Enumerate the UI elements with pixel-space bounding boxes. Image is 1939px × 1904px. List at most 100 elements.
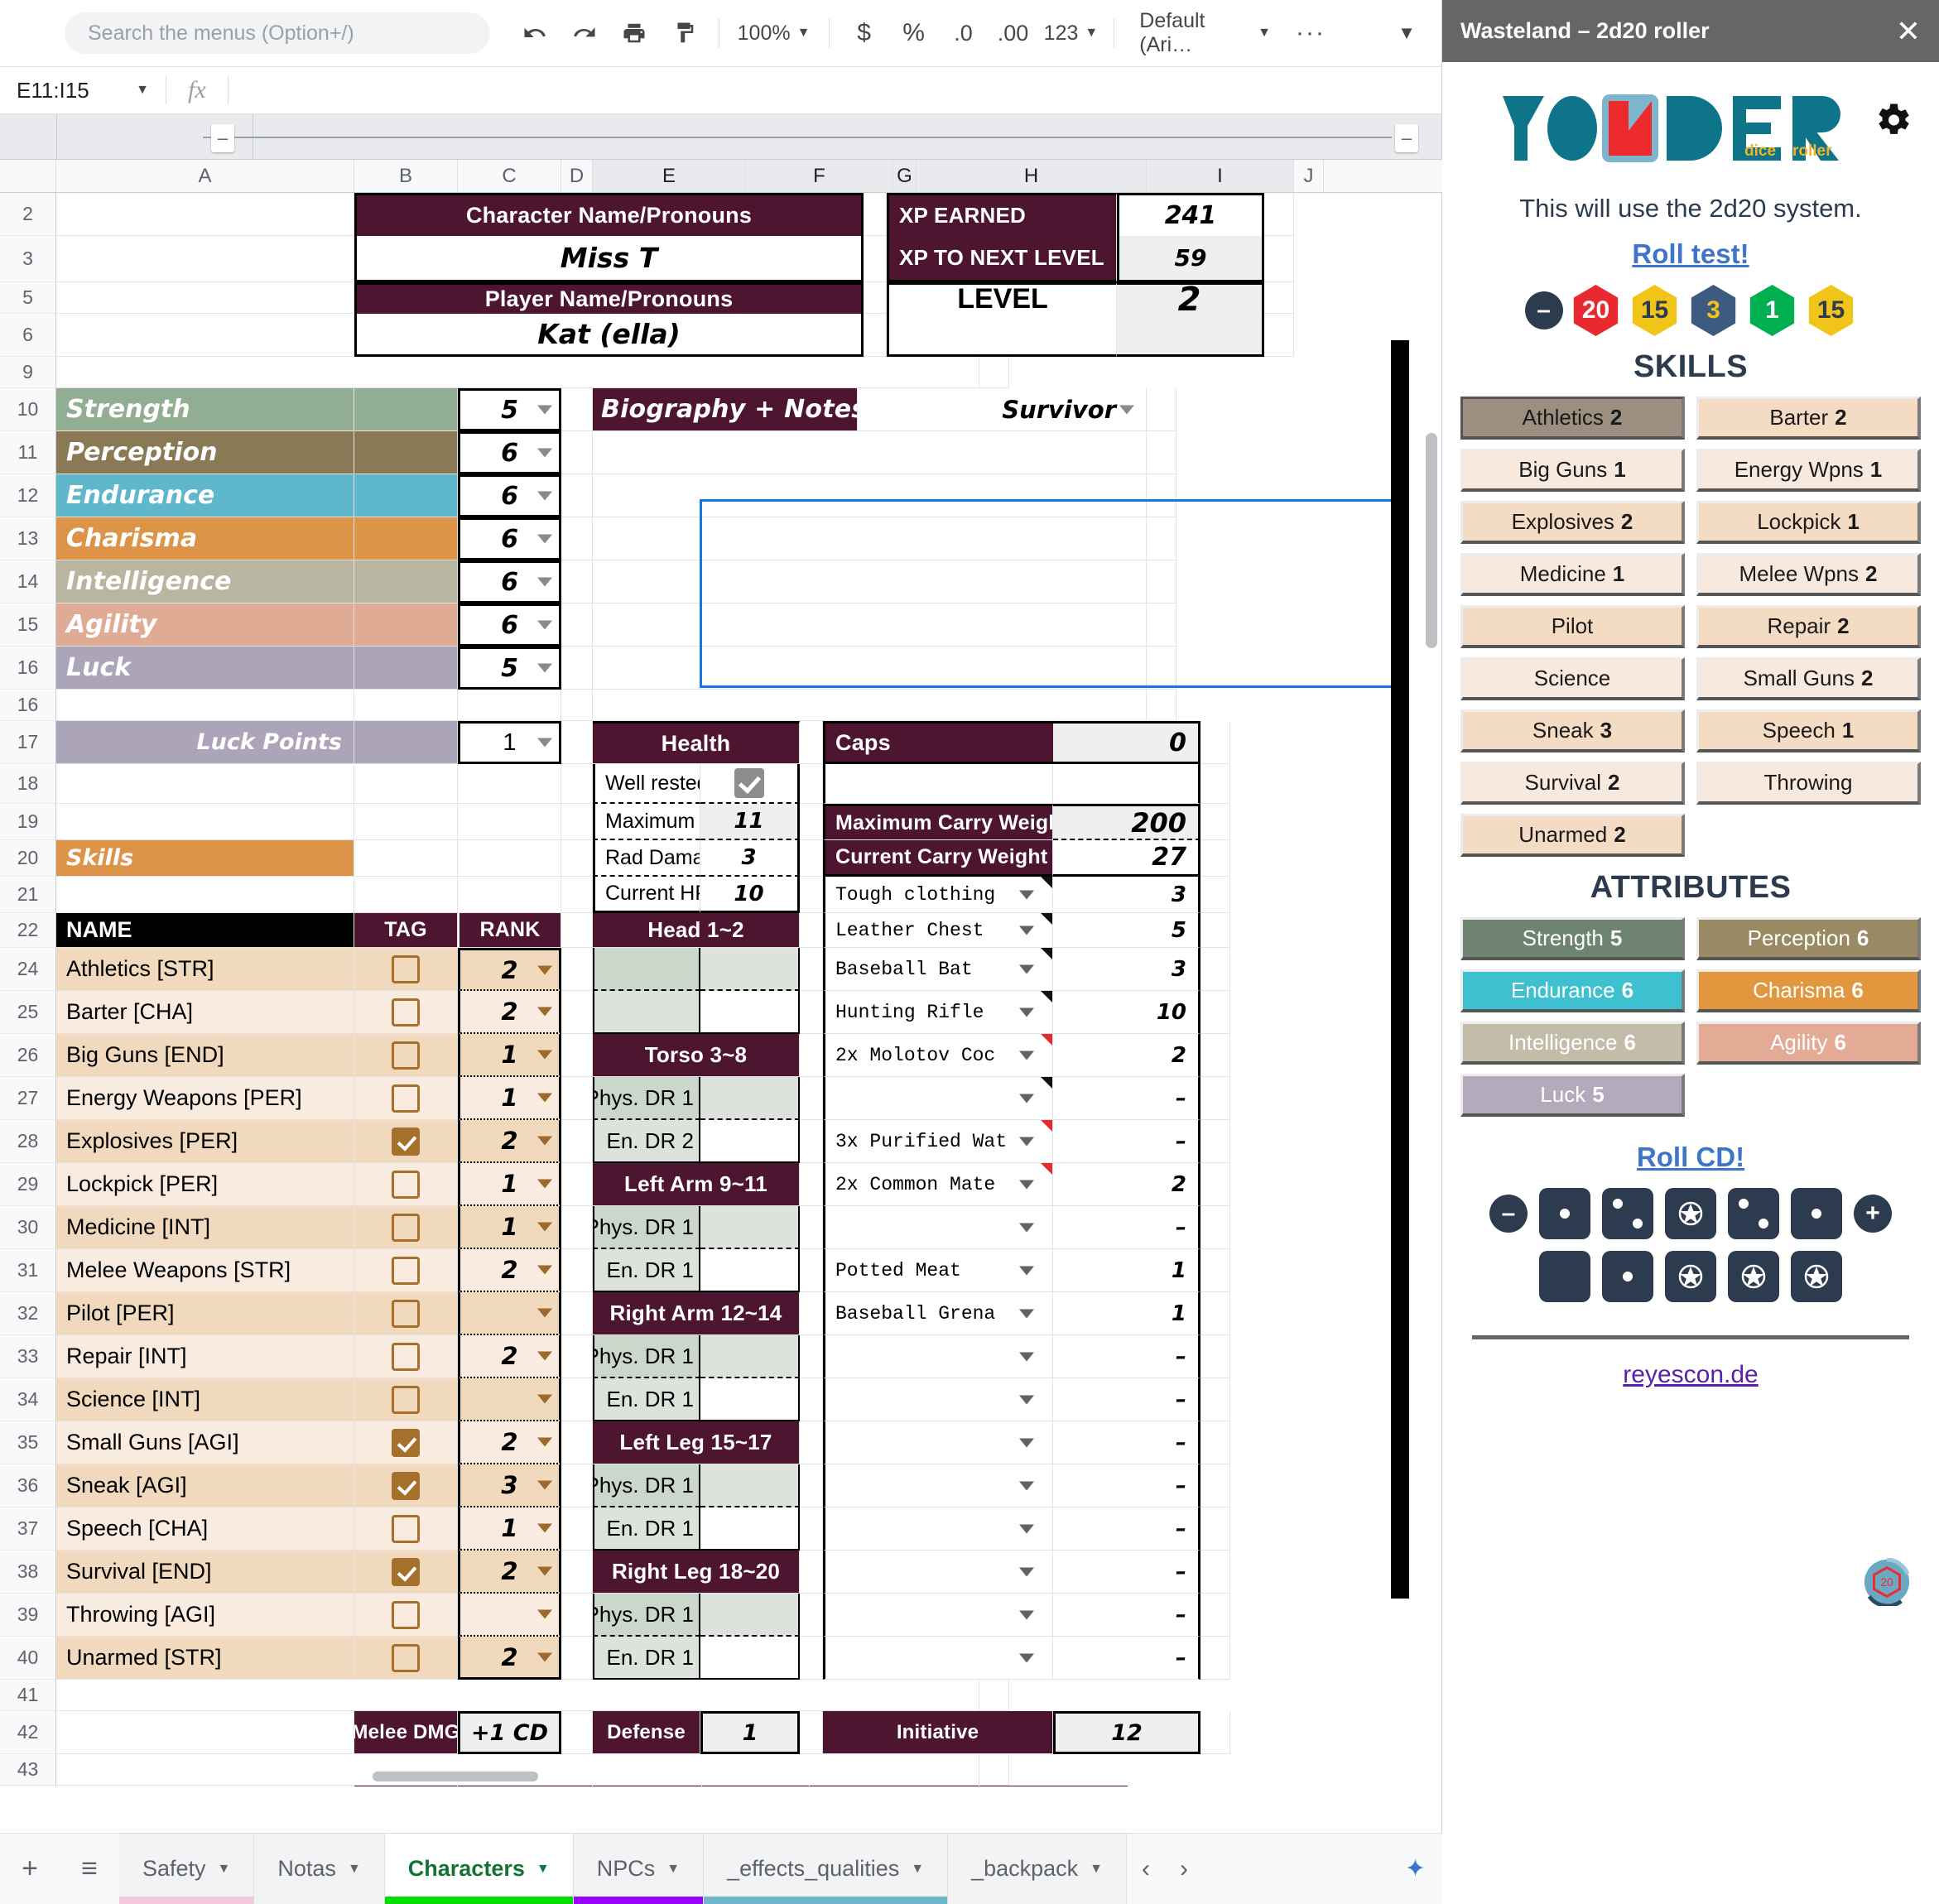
chevron-down-icon-item[interactable] [1019, 1481, 1034, 1490]
d20-badge-icon[interactable]: 20 [1863, 1558, 1911, 1606]
body-part-dr-value[interactable] [700, 1378, 800, 1421]
level-value[interactable]: 2 [1117, 282, 1264, 314]
chevron-down-icon-tab[interactable]: ▼ [666, 1862, 680, 1877]
chevron-down-icon-rank[interactable] [537, 1394, 552, 1404]
chevron-down-icon[interactable] [537, 405, 552, 415]
skill-tag-checkbox[interactable] [354, 1077, 458, 1120]
row-header-2[interactable]: 2 [0, 193, 56, 236]
well-rested-checkbox[interactable] [700, 764, 800, 804]
attribute-button-luck[interactable]: Luck 5 [1460, 1074, 1685, 1117]
inventory-item[interactable] [823, 1507, 1053, 1551]
undo-icon[interactable] [513, 12, 556, 55]
skill-button-sneak[interactable]: Sneak 3 [1460, 709, 1685, 752]
chevron-down-icon-item[interactable] [1019, 1610, 1034, 1619]
close-icon[interactable]: ✕ [1896, 14, 1921, 49]
horizontal-scrollbar[interactable] [373, 1772, 538, 1781]
column-header-C[interactable]: C [458, 160, 561, 192]
skill-rank[interactable] [458, 1594, 561, 1637]
caps-value[interactable]: 0 [1053, 721, 1200, 764]
cd-add-button[interactable]: + [1854, 1195, 1892, 1233]
inventory-item[interactable]: Hunting Rifle [823, 991, 1053, 1034]
row-header-41[interactable]: 41 [0, 1680, 56, 1711]
add-sheet-button[interactable]: + [8, 1848, 51, 1891]
inventory-item-1[interactable]: Leather Chest [823, 913, 1053, 948]
skill-tag-checkbox[interactable] [354, 1292, 458, 1335]
row-header-14[interactable]: 14 [0, 560, 56, 603]
skill-rank[interactable]: 2 [458, 991, 561, 1034]
luck-points-value[interactable]: 1 [458, 721, 561, 764]
initiative-value[interactable]: 12 [1053, 1711, 1200, 1754]
row-header-23[interactable]: 22 [0, 913, 56, 948]
body-part-dr-value[interactable] [700, 1249, 800, 1292]
column-header-B[interactable]: B [354, 160, 458, 192]
roll-test-link[interactable]: Roll test! [1460, 238, 1921, 270]
attribute-button-intelligence[interactable]: Intelligence 6 [1460, 1022, 1685, 1065]
row-header-19[interactable]: 18 [0, 764, 56, 804]
skill-tag-checkbox[interactable] [354, 1421, 458, 1464]
paint-format-icon[interactable] [662, 12, 705, 55]
skill-button-athletics[interactable]: Athletics 2 [1460, 397, 1685, 440]
sheet-tab-notas[interactable]: Notas ▼ [254, 1833, 385, 1904]
inventory-item[interactable] [823, 1206, 1053, 1249]
skill-rank[interactable]: 1 [458, 1163, 561, 1206]
increase-decimal-button[interactable]: .00 [992, 12, 1035, 55]
chevron-down-icon-origin[interactable] [1119, 405, 1134, 414]
row-header-39[interactable]: 39 [0, 1594, 56, 1637]
biography-notes-area[interactable] [593, 517, 1147, 560]
chevron-down-icon-tab[interactable]: ▼ [1090, 1862, 1103, 1877]
special-value-intelligence[interactable]: 6 [458, 560, 561, 603]
row-header-31[interactable]: 31 [0, 1249, 56, 1292]
biography-notes-area[interactable] [593, 560, 1147, 603]
skill-rank[interactable]: 1 [458, 1206, 561, 1249]
chevron-down-icon-rank[interactable] [537, 965, 552, 974]
slider-handle-left[interactable]: – [211, 124, 234, 152]
skill-button-survival[interactable]: Survival 2 [1460, 762, 1685, 805]
inventory-item[interactable] [823, 1637, 1053, 1680]
search-menus-input[interactable]: Search the menus (Option+/) [65, 12, 490, 54]
inventory-item[interactable] [823, 1378, 1053, 1421]
special-value-agility[interactable]: 6 [458, 603, 561, 647]
skill-button-throwing[interactable]: Throwing [1696, 762, 1921, 805]
cd-die-1[interactable] [1539, 1188, 1590, 1239]
skill-rank[interactable]: 2 [458, 1421, 561, 1464]
special-value-luck[interactable]: 5 [458, 647, 561, 690]
body-part-dr-value[interactable] [700, 1120, 800, 1163]
skill-button-big-guns[interactable]: Big Guns 1 [1460, 449, 1685, 492]
attribute-button-perception[interactable]: Perception 6 [1696, 917, 1921, 960]
skill-tag-checkbox[interactable] [354, 991, 458, 1034]
column-header-D[interactable]: D [561, 160, 593, 192]
roll-cd-link[interactable]: Roll CD! [1460, 1142, 1921, 1173]
biography-notes-area[interactable] [593, 603, 1147, 647]
font-select[interactable]: Default (Ari… ▼ [1128, 9, 1282, 56]
row-header-22[interactable]: 21 [0, 877, 56, 913]
body-part-dr-value[interactable] [700, 991, 800, 1034]
inventory-item[interactable]: Potted Meat [823, 1249, 1053, 1292]
chevron-down-icon-tab[interactable]: ▼ [218, 1862, 231, 1877]
skill-tag-checkbox[interactable] [354, 1206, 458, 1249]
skill-rank[interactable]: 2 [458, 948, 561, 991]
chevron-down-icon-item[interactable] [1019, 1180, 1034, 1189]
skill-button-medicine[interactable]: Medicine 1 [1460, 553, 1685, 596]
cur-hp-value[interactable]: 10 [700, 877, 800, 913]
chevron-down-icon[interactable] [537, 491, 552, 501]
number-format-select[interactable]: 123 ▼ [1042, 12, 1101, 55]
chevron-down-icon-item[interactable] [1019, 964, 1034, 974]
all-sheets-icon[interactable]: ≡ [68, 1848, 111, 1891]
row-header-17[interactable]: 16 [0, 690, 56, 721]
row-header-20[interactable]: 19 [0, 804, 56, 840]
skill-button-repair[interactable]: Repair 2 [1696, 605, 1921, 648]
biography-notes-area[interactable] [593, 474, 1147, 517]
chevron-down-icon-item[interactable] [1019, 1395, 1034, 1404]
percent-format-button[interactable]: % [893, 12, 936, 55]
attribute-button-strength[interactable]: Strength 5 [1460, 917, 1685, 960]
chevron-down-icon-item[interactable] [1019, 1567, 1034, 1576]
skill-tag-checkbox[interactable] [354, 948, 458, 991]
zoom-select[interactable]: 100% ▼ [732, 12, 815, 55]
skill-tag-checkbox[interactable] [354, 1034, 458, 1077]
chevron-down-icon[interactable] [537, 663, 552, 673]
row-header-21[interactable]: 20 [0, 840, 56, 877]
explore-icon[interactable]: ✦ [1405, 1854, 1426, 1883]
row-header-36[interactable]: 36 [0, 1464, 56, 1507]
skill-tag-checkbox[interactable] [354, 1163, 458, 1206]
body-part-dr-value[interactable] [700, 948, 800, 991]
